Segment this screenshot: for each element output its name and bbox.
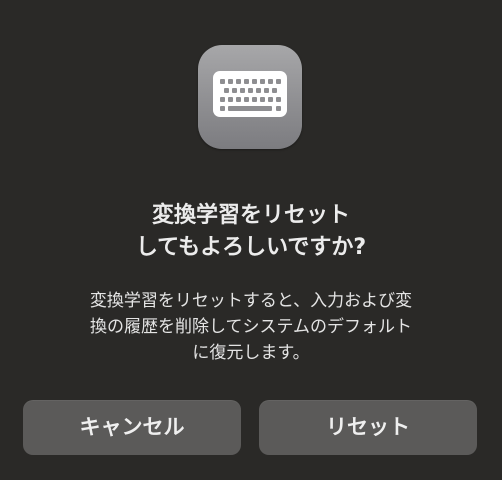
reset-button[interactable]: リセット [259,400,477,455]
dialog-message: 変換学習をリセットすると、入力および変 換の履歴を削除してシステムのデフォルト … [89,291,413,363]
keyboard-icon [213,71,287,117]
cancel-button[interactable]: キャンセル [23,400,241,455]
keyboard-app-icon [198,45,302,149]
reset-learning-dialog: 変換学習をリセット してもよろしいですか? 変換学習をリセットすると、入力および… [0,0,502,480]
dialog-title: 変換学習をリセット してもよろしいですか? [135,203,367,260]
